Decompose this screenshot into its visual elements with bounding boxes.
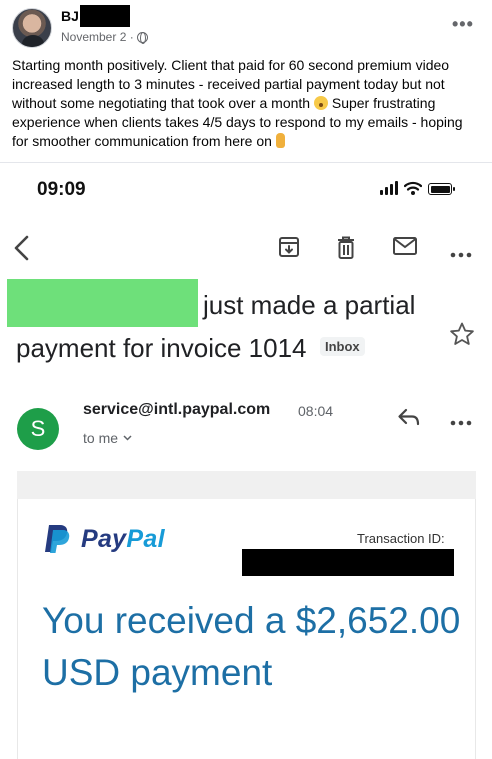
- email-subject-line1: just made a partial: [203, 290, 416, 320]
- wifi-icon: [404, 181, 422, 195]
- author-name[interactable]: BJ: [61, 8, 79, 24]
- star-icon[interactable]: [449, 321, 475, 352]
- phone-screenshot: 09:09 just made a partial payment for in…: [0, 163, 492, 759]
- facebook-post: BJ November 2 · ••• Starting month posit…: [0, 0, 492, 163]
- paypal-logo: PayPal: [43, 523, 165, 555]
- sender-avatar[interactable]: S: [17, 408, 59, 450]
- trash-icon[interactable]: [335, 235, 357, 266]
- post-date-text: November 2 ·: [61, 30, 134, 44]
- astonished-emoji-icon: [313, 96, 328, 110]
- archive-icon[interactable]: [278, 235, 300, 264]
- author-avatar[interactable]: [12, 8, 52, 48]
- redacted-sender-name: [7, 279, 198, 327]
- payment-received-headline: You received a $2,652.00 USD payment: [42, 600, 461, 693]
- back-arrow-icon[interactable]: [12, 235, 32, 266]
- paypal-logo-icon: [43, 523, 71, 555]
- recipient-details-toggle[interactable]: to me: [83, 430, 132, 446]
- recipient-label: to me: [83, 430, 119, 446]
- reply-icon[interactable]: [397, 407, 421, 432]
- paypal-wordmark: PayPal: [81, 525, 165, 554]
- redacted-transaction-id: [242, 549, 454, 576]
- chevron-down-icon: [123, 435, 132, 441]
- status-icons: [380, 181, 455, 195]
- paypal-email-card: PayPal Transaction ID: You received a $2…: [17, 499, 476, 759]
- paypal-wordmark-pal: Pal: [126, 524, 165, 553]
- post-date[interactable]: November 2 ·: [61, 30, 148, 44]
- transaction-id-label: Transaction ID:: [357, 531, 445, 546]
- status-time: 09:09: [37, 179, 86, 200]
- sender-email[interactable]: service@intl.paypal.com: [83, 401, 270, 419]
- more-icon[interactable]: [450, 245, 472, 263]
- paypal-wordmark-pay: Pay: [81, 524, 127, 553]
- message-more-icon[interactable]: [450, 413, 472, 431]
- globe-icon: [136, 31, 148, 44]
- redacted-surname: [80, 5, 130, 27]
- battery-icon: [428, 183, 455, 195]
- post-more-button[interactable]: •••: [452, 14, 474, 35]
- crossed-fingers-emoji-icon: [275, 133, 285, 148]
- signal-icon: [380, 181, 398, 195]
- email-body-header-band: [17, 471, 476, 499]
- email-time: 08:04: [298, 403, 334, 419]
- mail-icon[interactable]: [392, 235, 418, 262]
- inbox-label-badge[interactable]: Inbox: [320, 337, 365, 356]
- email-subject-line2: payment for invoice 1014: [16, 333, 307, 363]
- post-text: Starting month positively. Client that p…: [12, 56, 482, 151]
